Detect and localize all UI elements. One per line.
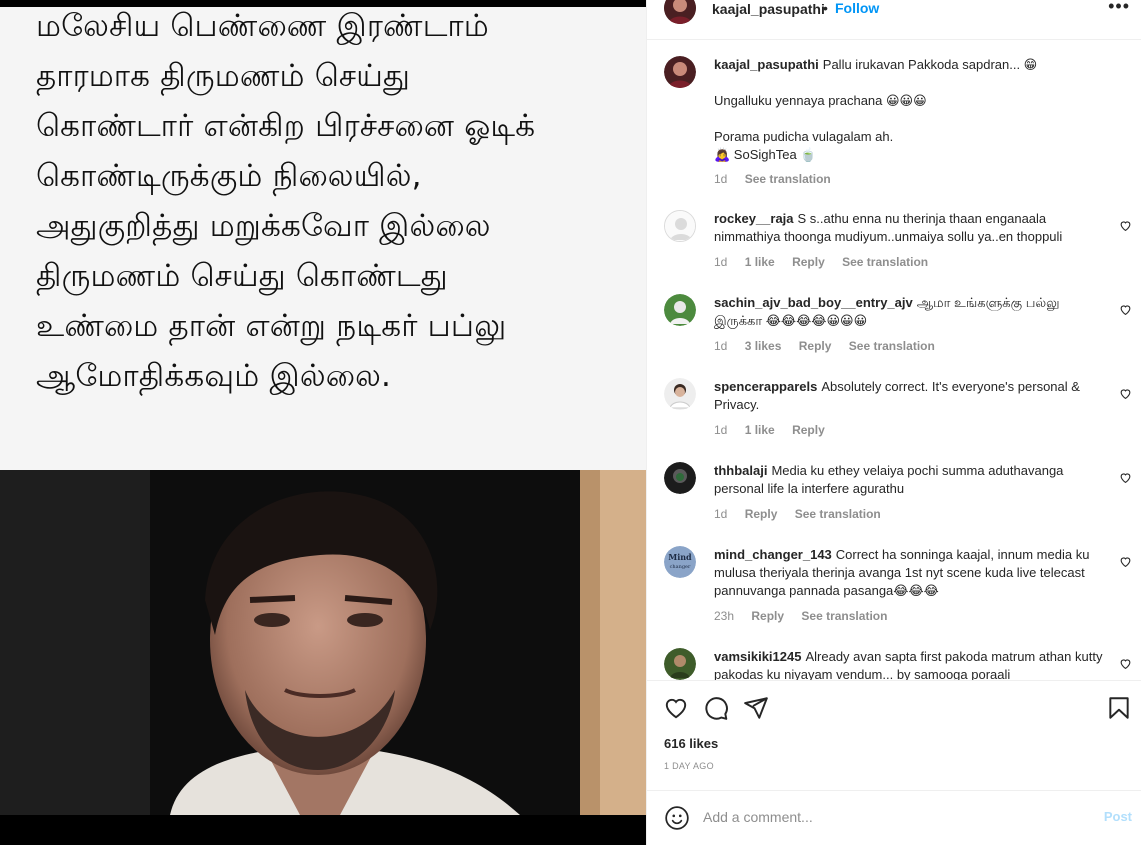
caption-text: Ungalluku yennaya prachana 😀😀😀: [714, 93, 927, 108]
reply-button[interactable]: Reply: [751, 609, 784, 623]
caption-time: 1d: [714, 172, 728, 186]
media-text-panel: மலேசிய பெண்ணை இரண்டாம் தாரமாக திருமணம் ச…: [0, 7, 646, 470]
comment-body: thhbalaji Media ku ethey velaiya pochi su…: [714, 462, 1109, 498]
likes-count[interactable]: 616 likes: [664, 736, 718, 751]
comment-username[interactable]: sachin_ajv_bad_boy__entry_ajv: [714, 295, 913, 310]
caption-text: Porama pudicha vulagalam ah.: [714, 129, 894, 144]
caption-meta: 1d See translation: [714, 172, 845, 186]
svg-text:changer: changer: [670, 564, 691, 570]
header-separator: •: [823, 0, 828, 16]
comment-body: sachin_ajv_bad_boy__entry_ajv ஆமா உங்களுக…: [714, 294, 1109, 330]
see-translation-link[interactable]: See translation: [795, 507, 881, 521]
media-text-line: ஆமோதிக்கவும் இல்லை.: [36, 358, 392, 394]
add-comment-bar: Post: [647, 790, 1141, 845]
emoji-smiley-icon[interactable]: [664, 805, 690, 831]
commenter-avatar[interactable]: [664, 210, 696, 242]
reply-button[interactable]: Reply: [792, 423, 825, 437]
post-comment-button[interactable]: Post: [1104, 809, 1132, 824]
comment-body: rockey__raja S s..athu enna nu therinja t…: [714, 210, 1109, 246]
commenter-avatar[interactable]: [664, 378, 696, 410]
comment-username[interactable]: mind_changer_143: [714, 547, 832, 562]
media-bottom-edge: [0, 815, 646, 845]
post-media[interactable]: மலேசிய பெண்ணை இரண்டாம் தாரமாக திருமணம் ச…: [0, 0, 646, 845]
like-comment-heart-icon[interactable]: [1119, 387, 1132, 400]
actor-portrait-illustration: [0, 470, 646, 815]
caption-text: Pallu irukavan Pakkoda sapdran... 😁: [822, 57, 1038, 72]
see-translation-link[interactable]: See translation: [801, 609, 887, 623]
save-bookmark-icon[interactable]: [1106, 695, 1132, 721]
media-text-line: கொண்டார் என்கிற பிரச்சனை ஓடிக்: [36, 108, 536, 144]
commenter-avatar[interactable]: [664, 648, 696, 680]
comment-username[interactable]: spencerapparels: [714, 379, 817, 394]
see-translation-link[interactable]: See translation: [842, 255, 928, 269]
comment-body: vamsikiki1245 Already avan sapta first pa…: [714, 648, 1109, 680]
comment-likes[interactable]: 1 like: [745, 255, 775, 269]
comment-bubble-icon[interactable]: [703, 695, 729, 721]
comment-username[interactable]: vamsikiki1245: [714, 649, 801, 664]
caption-text: 🙇‍♀️ SoSighTea 🍵: [714, 147, 817, 162]
comment-likes[interactable]: 3 likes: [745, 339, 782, 353]
svg-text:Mind: Mind: [668, 552, 692, 562]
media-text-line: தாரமாக திருமணம் செய்து: [36, 58, 411, 94]
reply-button[interactable]: Reply: [799, 339, 832, 353]
see-translation-link[interactable]: See translation: [849, 339, 935, 353]
caption-body: kaajal_pasupathi Pallu irukavan Pakkoda s…: [714, 56, 1109, 164]
actor-photo: [0, 470, 646, 815]
caption-username[interactable]: kaajal_pasupathi: [714, 57, 819, 72]
post-actions: 616 likes 1 DAY AGO: [647, 680, 1141, 780]
comment-meta: 1d 1 like Reply: [714, 423, 839, 437]
media-text-line: திருமணம் செய்து கொண்டது: [36, 258, 448, 294]
like-comment-heart-icon[interactable]: [1119, 303, 1132, 316]
comment-meta: 23h Reply See translation: [714, 609, 901, 623]
post-time-ago: 1 DAY AGO: [664, 761, 714, 771]
comment-username[interactable]: rockey__raja: [714, 211, 794, 226]
reply-button[interactable]: Reply: [792, 255, 825, 269]
comment-meta: 1d 1 like Reply See translation: [714, 255, 942, 269]
like-comment-heart-icon[interactable]: [1119, 471, 1132, 484]
comment-time: 1d: [714, 255, 728, 269]
author-username[interactable]: kaajal_pasupathi: [712, 1, 825, 17]
like-heart-icon[interactable]: [663, 695, 689, 721]
comment-meta: 1d 3 likes Reply See translation: [714, 339, 949, 353]
commenter-avatar[interactable]: [664, 462, 696, 494]
author-avatar[interactable]: [664, 56, 696, 88]
like-comment-heart-icon[interactable]: [1119, 555, 1132, 568]
comment-meta: 1d Reply See translation: [714, 507, 895, 521]
comment-likes[interactable]: 1 like: [745, 423, 775, 437]
add-comment-input[interactable]: [703, 806, 1083, 828]
like-comment-heart-icon[interactable]: [1119, 657, 1132, 670]
commenter-avatar[interactable]: [664, 294, 696, 326]
comment-username[interactable]: thhbalaji: [714, 463, 767, 478]
comment-time: 23h: [714, 609, 735, 623]
post-details-panel: kaajal_pasupathi • Follow ••• kaajal_pas…: [646, 0, 1141, 845]
post-header: kaajal_pasupathi • Follow •••: [647, 0, 1141, 40]
comment-body: spencerapparels Absolutely correct. It's …: [714, 378, 1109, 414]
comments-list[interactable]: kaajal_pasupathi Pallu irukavan Pakkoda s…: [647, 40, 1141, 680]
share-paper-plane-icon[interactable]: [743, 695, 769, 721]
media-text-line: உண்மை தான் என்று நடிகர் பப்லு: [36, 308, 507, 344]
see-translation-link[interactable]: See translation: [745, 172, 831, 186]
follow-button[interactable]: Follow: [835, 0, 879, 16]
author-avatar[interactable]: [664, 0, 696, 24]
reply-button[interactable]: Reply: [745, 507, 778, 521]
comment-body: mind_changer_143 Correct ha sonninga kaaj…: [714, 546, 1109, 600]
media-text-line: மலேசிய பெண்ணை இரண்டாம்: [36, 8, 489, 44]
comment-time: 1d: [714, 423, 728, 437]
comment-time: 1d: [714, 507, 728, 521]
commenter-avatar[interactable]: Mind changer: [664, 546, 696, 578]
like-comment-heart-icon[interactable]: [1119, 219, 1132, 232]
media-text-line: அதுகுறித்து மறுக்கவோ இல்லை: [36, 208, 491, 244]
comment-time: 1d: [714, 339, 728, 353]
more-options-icon[interactable]: •••: [1108, 0, 1130, 17]
media-text-line: கொண்டிருக்கும் நிலையில்,: [36, 158, 422, 194]
